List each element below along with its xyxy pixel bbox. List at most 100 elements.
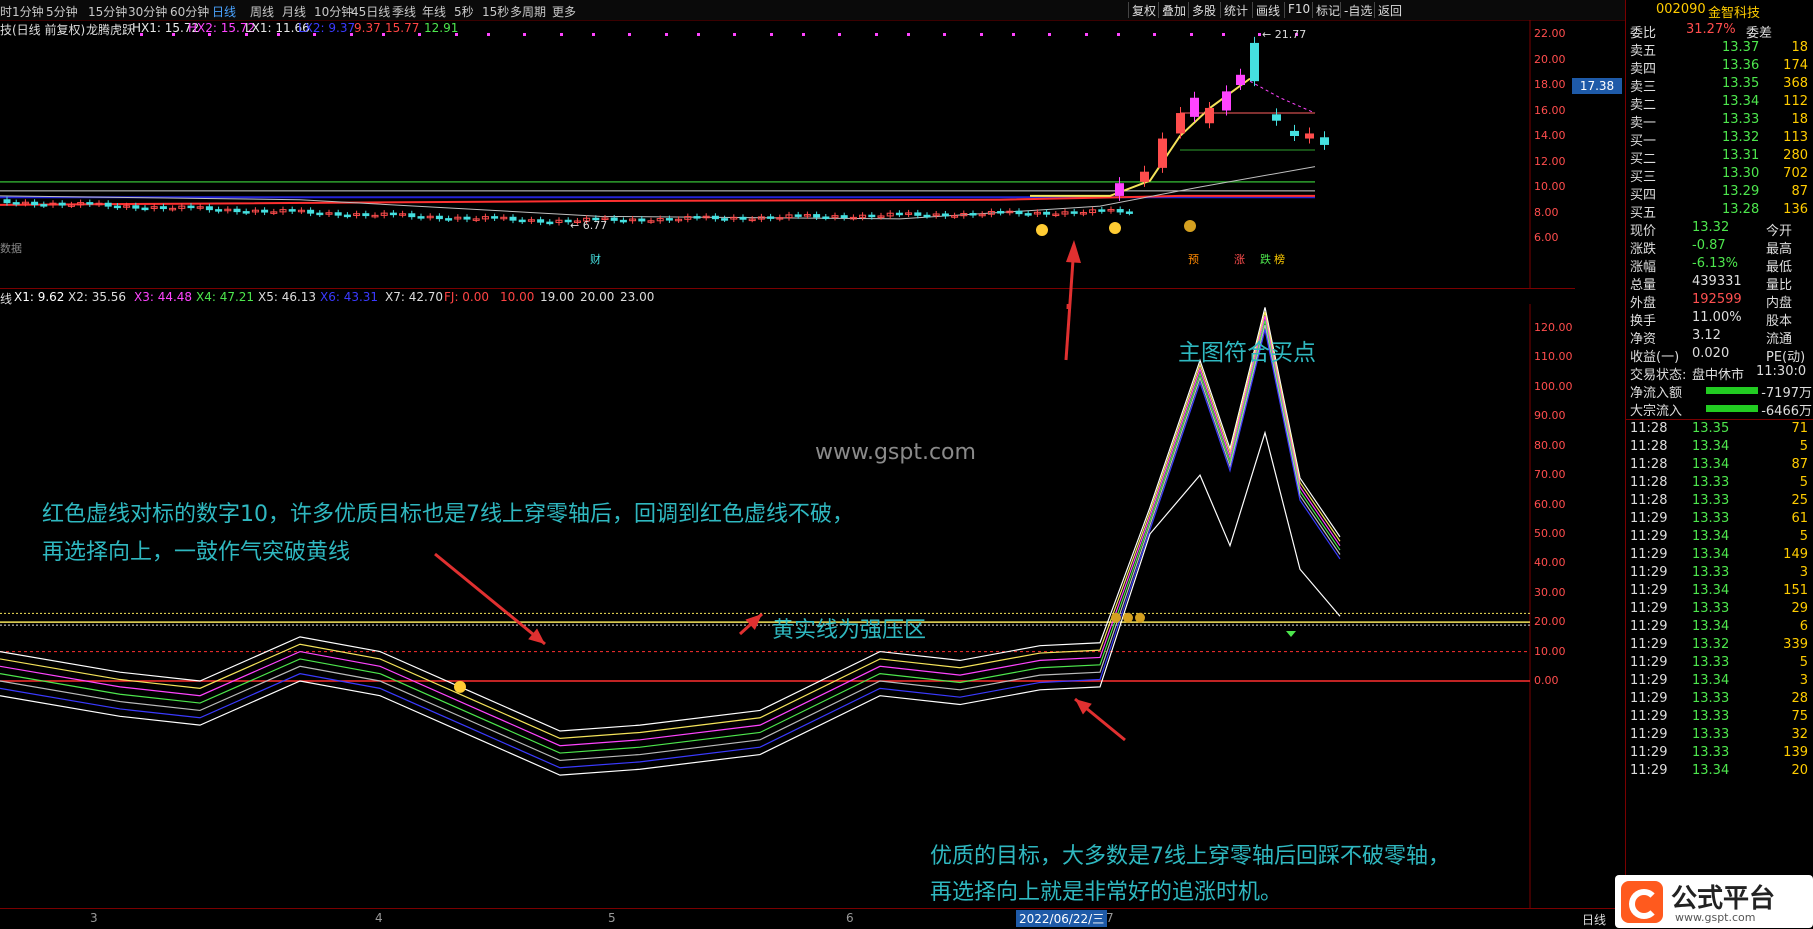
timeframe-tab[interactable]: 时: [0, 3, 12, 20]
ask-label: 卖一: [1630, 116, 1657, 131]
moneybag-icon: [1123, 612, 1133, 623]
cell: 11:28: [1630, 439, 1668, 454]
price-tick: 8.00: [1534, 205, 1559, 219]
timeframe-tab[interactable]: 10分钟: [314, 3, 353, 20]
timeframe-tab[interactable]: 季线: [392, 3, 416, 20]
candle-body: [923, 214, 931, 218]
ask-row: 卖五 13.37 18: [1626, 40, 1813, 59]
candle-body: [1024, 213, 1032, 216]
flow-bar: [1706, 387, 1758, 394]
price-tick: 12.00: [1534, 154, 1566, 168]
cell: 收益(一): [1630, 350, 1680, 365]
timeframe-tab[interactable]: 5秒: [454, 3, 474, 20]
ask-volume: 112: [1783, 94, 1808, 109]
toolbar-button[interactable]: 标记: [1316, 2, 1340, 19]
yellow-line-annotation: 黄实线为强压区: [772, 618, 927, 643]
candle-body: [518, 219, 526, 223]
signal-dot: [277, 33, 280, 36]
tick-row: 11:29 13.33 5: [1626, 655, 1813, 673]
indicator-tick: 120.00: [1534, 321, 1573, 334]
toolbar-button[interactable]: 多股: [1192, 2, 1216, 19]
toolbar-button[interactable]: 统计: [1224, 2, 1248, 19]
indicator-tick: 110.00: [1534, 350, 1573, 364]
candle-body: [205, 206, 213, 211]
cell: 盘中休市: [1692, 368, 1745, 383]
toolbar-button[interactable]: F10: [1288, 2, 1310, 16]
cell: 13.33: [1692, 655, 1730, 670]
tick-row: 11:29 13.33 29: [1626, 601, 1813, 619]
price-kline-chart[interactable]: ← 21.77 ← 6.77 数据财 预 涨 跌榜: [0, 20, 1575, 288]
moneybag-icon: [1184, 220, 1196, 232]
timeframe-tab[interactable]: 多周期: [510, 3, 546, 20]
indicator-tick: 80.00: [1534, 438, 1566, 452]
cell: 11:29: [1630, 529, 1668, 544]
cell: 11:29: [1630, 583, 1668, 598]
timeframe-tab[interactable]: 日线: [212, 3, 236, 20]
cell: 71: [1791, 421, 1808, 436]
signal-dot: [313, 33, 316, 36]
cell: 151: [1783, 583, 1808, 598]
toolbar-button[interactable]: 复权: [1132, 2, 1156, 19]
bid-volume: 136: [1783, 202, 1808, 217]
cell: 139: [1783, 745, 1808, 760]
ask-price: 13.34: [1722, 94, 1760, 109]
moneybag-icon: [1111, 612, 1121, 623]
cell: 5: [1799, 529, 1808, 544]
x3-value: X3: 44.48: [134, 290, 193, 304]
cell: 最高: [1766, 242, 1793, 257]
magenta-dashed-line: [1249, 80, 1316, 114]
cell: 20: [1791, 763, 1808, 778]
timeframe-tab[interactable]: 15秒: [482, 3, 509, 20]
toolbar-button[interactable]: 返回: [1378, 2, 1402, 19]
cell: 11:29: [1630, 547, 1668, 562]
tick-row: 11:28 13.34 87: [1626, 457, 1813, 475]
event-label: 涨: [1234, 253, 1245, 266]
signal-dot: [1048, 33, 1051, 36]
candle-body: [1098, 209, 1106, 212]
ask-price: 13.37: [1722, 40, 1760, 55]
timeframe-tab[interactable]: 5分钟: [46, 3, 78, 20]
indicator-chart[interactable]: [0, 304, 1575, 908]
cell: 大宗流入: [1630, 404, 1683, 419]
toolbar-button[interactable]: -自选: [1344, 2, 1372, 19]
cell: 今开: [1766, 224, 1793, 239]
signal-dot: [208, 33, 211, 36]
bid-label: 买五: [1630, 206, 1657, 221]
date-axis: 3 4 5 6 7 2022/06/22/三 日线: [0, 908, 1625, 929]
timeframe-tab[interactable]: 45日线: [351, 3, 390, 20]
timeframe-tab[interactable]: 月线: [282, 3, 306, 20]
signal-dot: [172, 33, 175, 36]
red-dash-arrow: [434, 552, 546, 646]
timeframe-tab[interactable]: 1分钟: [12, 3, 44, 20]
red-dash-annotation-line1: 红色虚线对标的数字10，许多优质目标也是7线上穿零轴后，回调到红色虚线不破，: [42, 502, 854, 527]
candle-body: [1070, 211, 1078, 214]
month-label: 5: [608, 911, 616, 925]
weibi-row: 委比 31.27% 委差: [1626, 22, 1813, 41]
toolbar-button[interactable]: 画线: [1256, 2, 1280, 19]
candle-body: [969, 213, 977, 216]
timeframe-tab[interactable]: 60分钟: [170, 3, 209, 20]
event-label: 跌: [1260, 252, 1271, 266]
candle-body: [104, 202, 112, 207]
toolbar-button[interactable]: 叠加: [1162, 2, 1186, 19]
signal-dot: [523, 33, 526, 36]
cell: -6.13%: [1692, 256, 1738, 271]
timeframe-tab[interactable]: 15分钟: [88, 3, 127, 20]
candle-body: [316, 212, 324, 216]
x4-value: X4: 47.21: [196, 290, 255, 304]
timeframe-tab[interactable]: 周线: [250, 3, 274, 20]
signal-dot: [245, 33, 248, 36]
timeframe-tab[interactable]: 年线: [422, 3, 446, 20]
timeframe-tab[interactable]: 30分钟: [128, 3, 167, 20]
candle-body: [242, 211, 250, 214]
candle-body: [509, 216, 517, 221]
logo-text: 公式平台: [1671, 884, 1776, 914]
toolbar-separator: [1312, 2, 1313, 18]
cell: 13.34: [1692, 457, 1730, 472]
cell: 11:28: [1630, 457, 1668, 472]
timeframe-tab[interactable]: 更多: [552, 3, 576, 20]
cell: 股本: [1766, 314, 1793, 329]
candle-body: [389, 212, 397, 216]
candle-body: [711, 215, 719, 220]
cell: 11:30:0: [1756, 364, 1807, 379]
